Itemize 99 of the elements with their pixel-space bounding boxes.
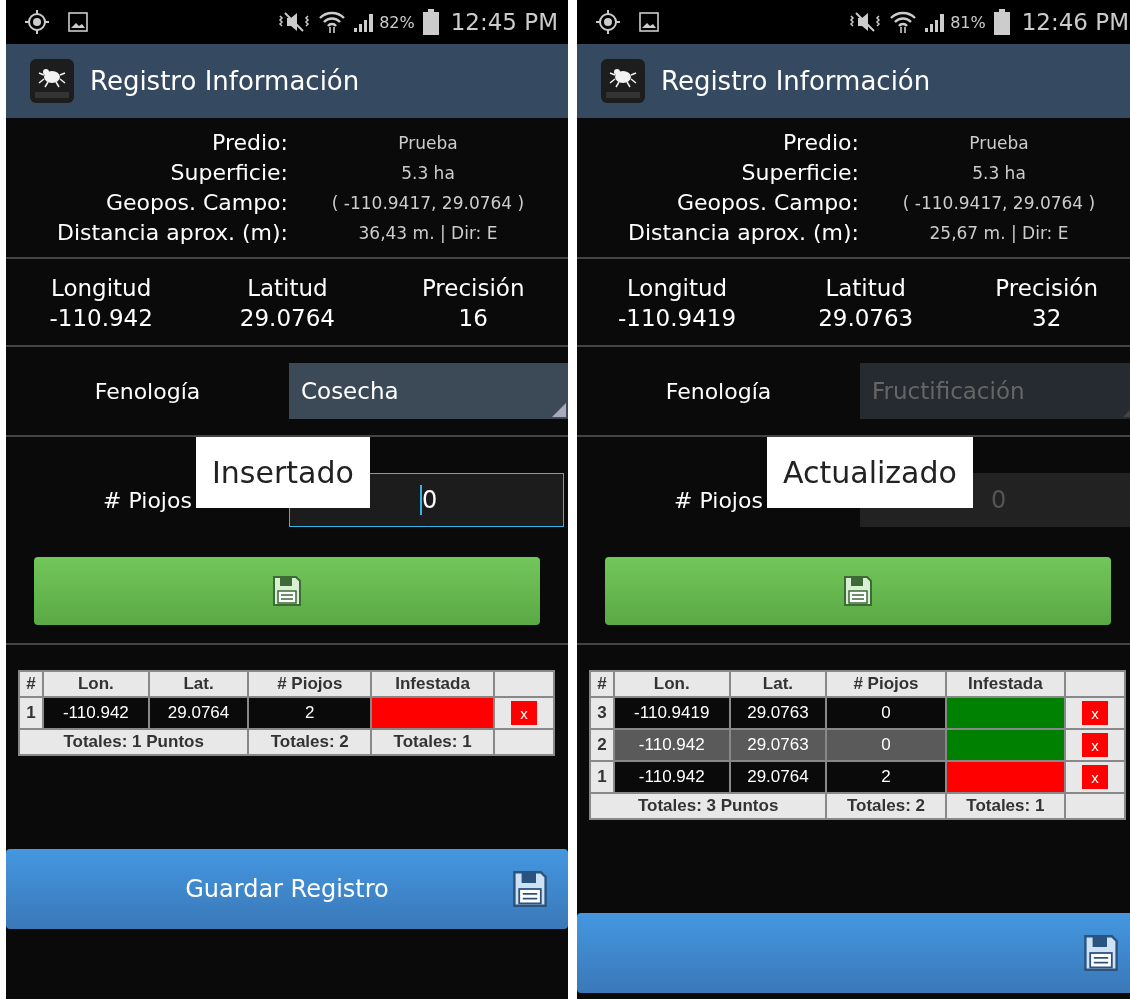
table-cell: 1 [590, 761, 614, 793]
save-button[interactable] [605, 557, 1111, 625]
delete-button[interactable]: x [1082, 701, 1108, 725]
total-cell: Totales: 3 Puntos [590, 793, 827, 819]
table-cell: 2 [826, 761, 946, 793]
info-value: 36,43 m. | Dir: E [357, 222, 499, 243]
info-value: Prueba [968, 132, 1030, 153]
coord-label: Precisión [421, 275, 525, 301]
column-header: # Piojos [826, 671, 946, 697]
info-value: 5.3 ha [971, 162, 1027, 183]
location-crosshair-icon [595, 9, 621, 35]
table-cell: 1 [19, 697, 43, 729]
column-header: Infestada [371, 671, 494, 697]
delete-button[interactable]: x [1082, 765, 1108, 789]
info-label: Geopos. Campo: [104, 190, 288, 215]
total-cell: Totales: 1 [945, 793, 1065, 819]
info-label: Superficie: [740, 160, 859, 185]
mute-vibrate-icon [277, 11, 312, 33]
coord-label: Latitud [825, 275, 906, 301]
info-label: Distancia aprox. (m): [55, 220, 288, 245]
save-record-button[interactable]: Guardar Registro [6, 849, 568, 929]
coord-value: 16 [458, 305, 488, 331]
status-toast: Actualizado [767, 437, 973, 508]
column-header: Lat. [148, 671, 249, 697]
table-cell: -110.9419 [614, 697, 730, 729]
save-icon [1083, 933, 1119, 973]
table-cell: 29.0764 [148, 697, 249, 729]
coord-value: -110.9419 [618, 305, 737, 331]
coord-value: 29.0764 [239, 305, 335, 331]
table-cell: -110.942 [614, 729, 730, 761]
column-header: # [19, 671, 43, 697]
delete-button[interactable]: x [511, 701, 537, 725]
status-toast: Insertado [196, 437, 370, 508]
table-cell: 2 [590, 729, 614, 761]
location-crosshair-icon [24, 9, 50, 35]
signal-icon [353, 11, 376, 33]
info-label: Superficie: [169, 160, 288, 185]
info-label: Predio: [211, 130, 288, 155]
fenologia-dropdown[interactable]: Cosecha [289, 363, 568, 419]
info-value: Prueba [397, 132, 459, 153]
save-record-button[interactable] [577, 913, 1130, 993]
delete-button[interactable]: x [1082, 733, 1108, 757]
save-button[interactable] [34, 557, 540, 625]
info-label: Distancia aprox. (m): [626, 220, 859, 245]
info-value: 25,67 m. | Dir: E [928, 222, 1070, 243]
coord-label: Longitud [51, 275, 152, 301]
coord-label: Latitud [247, 275, 328, 301]
table-cell: 3 [590, 697, 614, 729]
column-header: Lon. [614, 671, 730, 697]
screen-title: Registro Información [90, 66, 360, 96]
coord-label: Precisión [995, 275, 1098, 301]
total-cell: Totales: 2 [248, 729, 372, 755]
battery-icon [993, 9, 1010, 35]
table-cell: -110.942 [43, 697, 149, 729]
table-cell: 29.0763 [729, 729, 827, 761]
field-label: # Piojos [102, 487, 193, 513]
image-icon [639, 12, 659, 32]
clock-time: 12:46 PM [1021, 9, 1129, 35]
column-header: # Piojos [248, 671, 372, 697]
save-icon [843, 575, 873, 607]
total-cell: Totales: 1 [371, 729, 494, 755]
coord-label: Longitud [626, 275, 728, 301]
field-label: # Piojos [673, 487, 764, 513]
column-header: Infestada [945, 671, 1065, 697]
battery-icon [422, 9, 439, 35]
total-cell: Totales: 2 [826, 793, 946, 819]
table-cell: 29.0764 [729, 761, 827, 793]
coord-value: 29.0763 [818, 305, 914, 331]
wifi-icon [319, 10, 346, 34]
info-value: 5.3 ha [400, 162, 456, 183]
info-label: Geopos. Campo: [675, 190, 859, 215]
column-header: Lon. [43, 671, 149, 697]
mute-vibrate-icon [848, 11, 883, 33]
clock-time: 12:45 PM [450, 9, 558, 35]
column-header: # [590, 671, 614, 697]
bug-logo-icon [30, 59, 74, 103]
save-icon [272, 575, 302, 607]
column-header: Lat. [729, 671, 827, 697]
info-value: ( -110.9417, 29.0764 ) [901, 192, 1097, 213]
battery-percent: 82% [379, 12, 415, 32]
coord-value: 32 [1032, 305, 1062, 331]
save-icon [512, 869, 548, 909]
coord-value: -110.942 [49, 305, 153, 331]
total-cell: Totales: 1 Puntos [19, 729, 249, 755]
field-label: Fenología [93, 378, 202, 404]
screen-title: Registro Información [661, 66, 931, 96]
wifi-icon [890, 10, 917, 34]
battery-percent: 81% [950, 12, 986, 32]
info-label: Predio: [782, 130, 859, 155]
image-icon [68, 12, 88, 32]
bug-logo-icon [601, 59, 645, 103]
table-cell: 2 [248, 697, 372, 729]
table-cell: 0 [826, 697, 946, 729]
table-cell: -110.942 [614, 761, 730, 793]
signal-icon [924, 11, 947, 33]
field-label: Fenología [664, 378, 773, 404]
table-cell: 29.0763 [729, 697, 827, 729]
info-value: ( -110.9417, 29.0764 ) [330, 192, 526, 213]
table-cell: 0 [826, 729, 946, 761]
